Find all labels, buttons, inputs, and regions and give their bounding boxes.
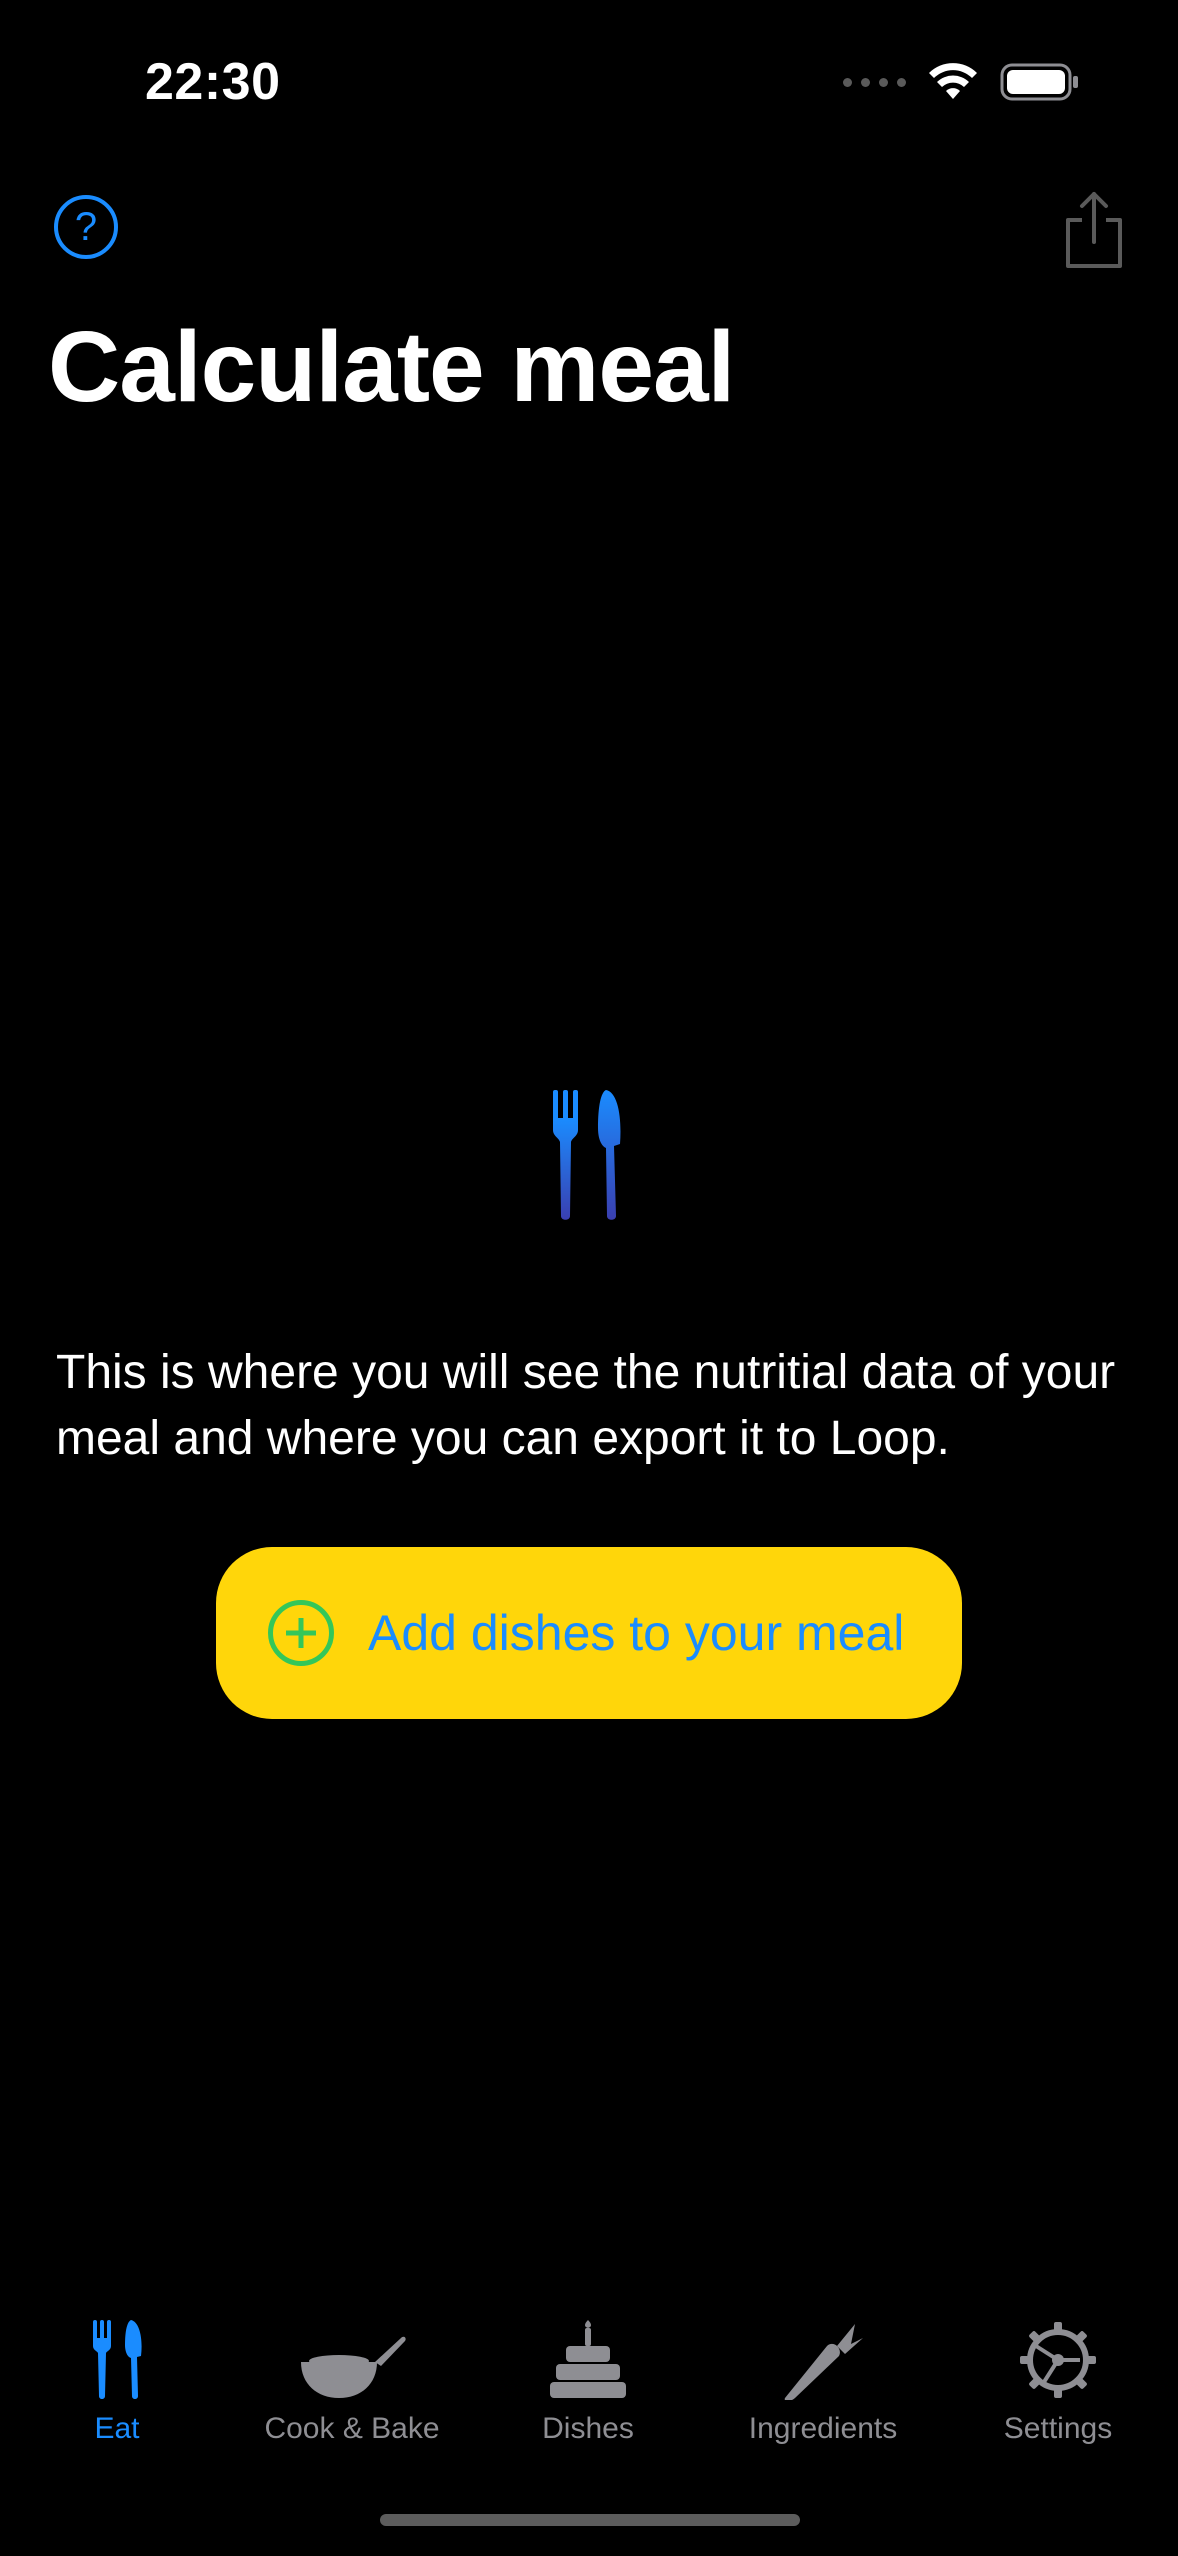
home-indicator[interactable] xyxy=(380,2514,800,2526)
status-time: 22:30 xyxy=(145,53,281,111)
add-dishes-button-label: Add dishes to your meal xyxy=(368,1605,905,1661)
carrot-icon xyxy=(781,2310,865,2400)
wifi-icon xyxy=(929,63,977,99)
tab-label: Dishes xyxy=(542,2412,634,2445)
cellular-signal-icon xyxy=(843,77,906,87)
question-circle-icon: ? xyxy=(74,204,98,249)
tab-dishes[interactable]: Dishes xyxy=(483,2310,693,2450)
fork-knife-icon xyxy=(548,1088,628,1223)
page-title: Calculate meal xyxy=(48,311,735,423)
tab-label: Eat xyxy=(94,2412,140,2445)
battery-icon xyxy=(1000,63,1078,101)
tab-cook-bake[interactable]: Cook & Bake xyxy=(247,2310,457,2450)
share-icon xyxy=(1066,192,1122,268)
empty-state-message: This is where you will see the nutritial… xyxy=(56,1346,1116,1465)
help-button[interactable]: ? xyxy=(54,195,118,259)
tab-label: Ingredients xyxy=(748,2412,898,2445)
tab-ingredients[interactable]: Ingredients xyxy=(718,2310,928,2450)
plus-circle-icon xyxy=(268,1600,334,1666)
tab-label: Settings xyxy=(1003,2412,1113,2445)
tab-eat[interactable]: Eat xyxy=(12,2310,222,2450)
tab-label: Cook & Bake xyxy=(264,2412,440,2445)
gear-icon xyxy=(1018,2310,1098,2400)
fork-knife-icon xyxy=(89,2310,145,2400)
add-dishes-button[interactable]: Add dishes to your meal xyxy=(216,1547,962,1719)
birthday-cake-icon xyxy=(548,2310,628,2400)
status-indicators xyxy=(843,62,1080,102)
frying-pan-icon xyxy=(297,2310,407,2400)
tab-settings[interactable]: Settings xyxy=(953,2310,1163,2450)
share-button[interactable] xyxy=(1058,190,1130,270)
